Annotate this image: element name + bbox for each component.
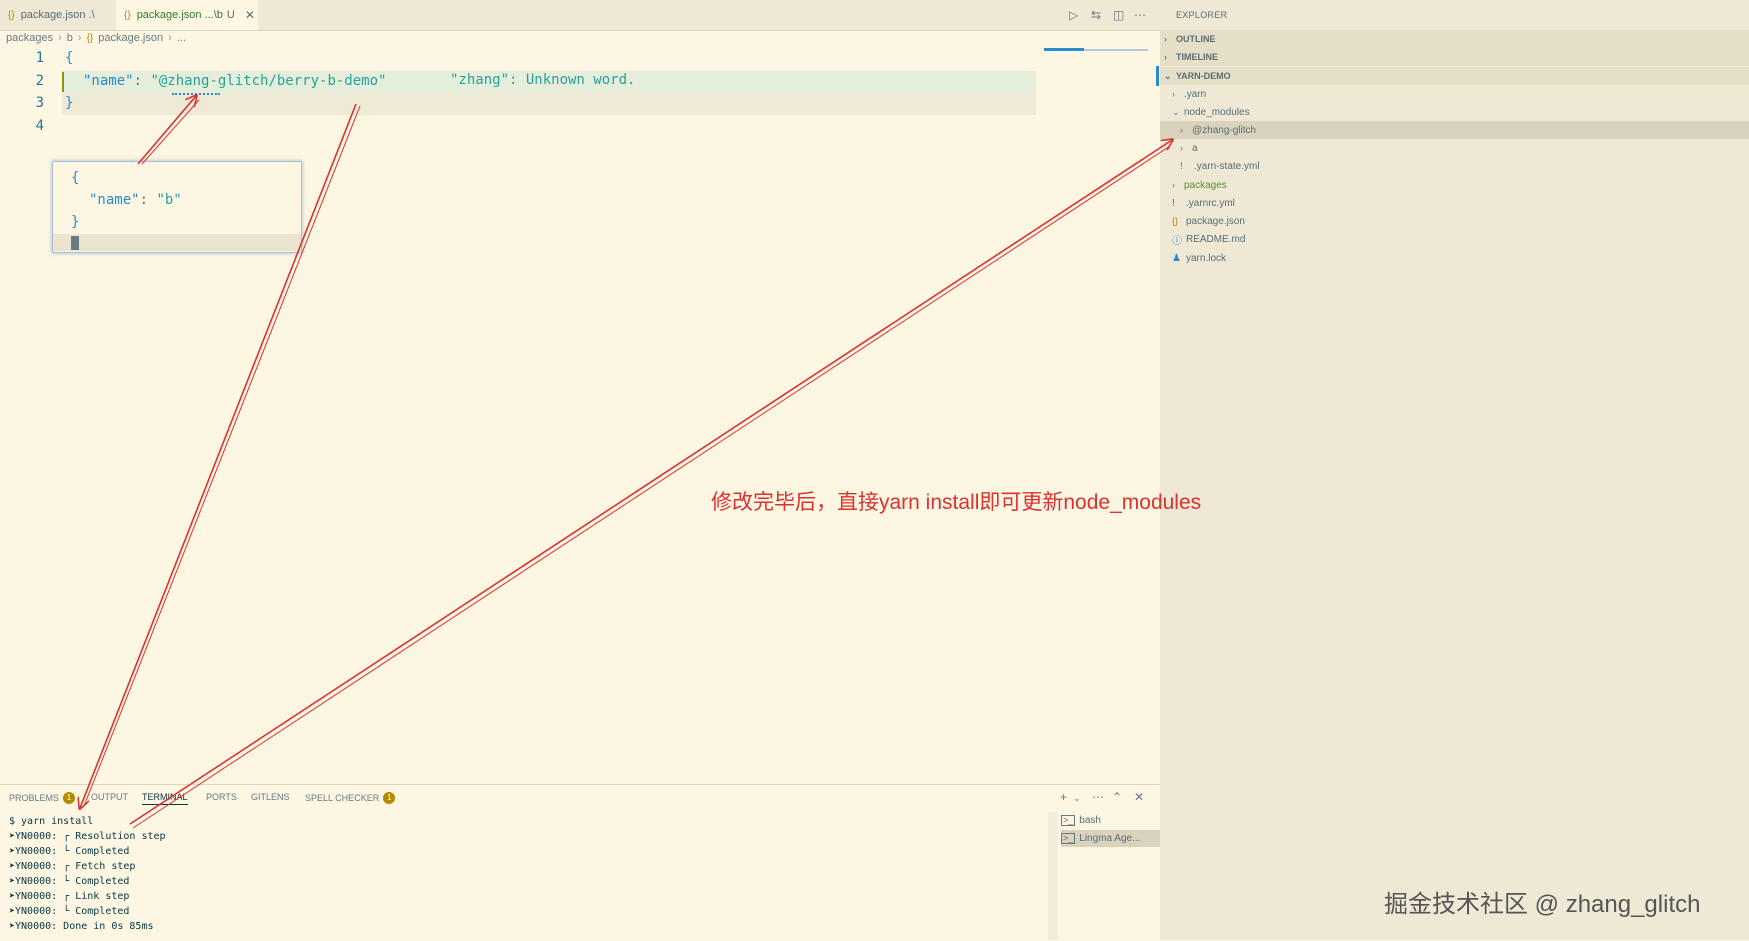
- arrow-to-node-modules: [129, 140, 1172, 825]
- arrow-to-package-name: [137, 96, 196, 165]
- watermark: 掘金技术社区 @ zhang_glitch: [1384, 891, 1701, 918]
- annotation-text: 修改完毕后，直接yarn install即可更新node_modules: [711, 491, 1202, 514]
- annotation-arrows: [0, 0, 1749, 829]
- arrow-stroke: [141, 99, 200, 165]
